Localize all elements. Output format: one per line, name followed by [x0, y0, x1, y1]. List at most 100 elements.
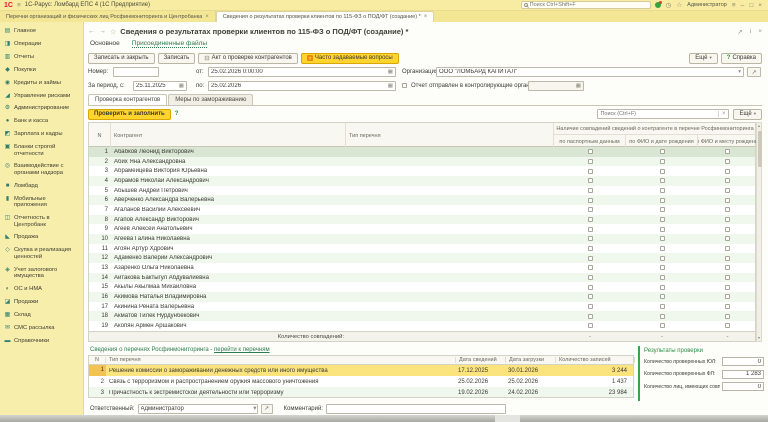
calendar-icon[interactable]: ▦: [387, 69, 394, 75]
contractor-row[interactable]: 14 Айтакова Бактыгул Абдувалиевна: [89, 273, 755, 283]
open-organization-button[interactable]: ↗: [747, 67, 761, 77]
minimize-button[interactable]: –: [741, 2, 745, 9]
organization-field[interactable]: ▾: [436, 67, 744, 77]
list-row[interactable]: 1 Решение комиссии о замораживании денеж…: [89, 365, 633, 376]
fio-birthdate-match-checkbox[interactable]: [660, 314, 665, 319]
contractor-row[interactable]: 3 Абрамейцева Виктория Юрьевна: [89, 166, 755, 176]
table-search-box[interactable]: ×: [597, 109, 729, 119]
help-button[interactable]: ? Справка: [721, 53, 762, 64]
checked-legal-value[interactable]: [722, 357, 764, 366]
sidebar-item[interactable]: ● Банк и касса: [0, 115, 83, 128]
report-sent-checkbox[interactable]: [402, 83, 407, 88]
contractor-row[interactable]: 1 Абабков Леонид Викторович: [89, 147, 755, 157]
close-window-button[interactable]: ×: [758, 2, 762, 9]
tab-perechni[interactable]: Перечни организаций и физических лиц Рос…: [0, 11, 216, 22]
fio-birthdate-match-checkbox[interactable]: [660, 178, 665, 183]
contractor-row[interactable]: 15 Акылы Акылмаа Михайловна: [89, 282, 755, 292]
calendar-icon[interactable]: ▦: [387, 83, 394, 89]
main-menu-icon[interactable]: ≡: [17, 2, 21, 9]
favorites-star-icon[interactable]: ☆: [676, 2, 682, 9]
sidebar-item[interactable]: ◢ Управление рисками: [0, 89, 83, 102]
period-from-input[interactable]: [135, 83, 178, 89]
chevron-down-icon[interactable]: ▾: [253, 405, 256, 412]
go-to-lists-link[interactable]: перейти к перечням: [214, 347, 270, 353]
passport-match-checkbox[interactable]: [588, 159, 593, 164]
list-row[interactable]: 2 Связь с терроризмом и распространением…: [89, 376, 633, 387]
sidebar-item[interactable]: ▮ Мобильные приложения: [0, 193, 83, 212]
passport-match-checkbox[interactable]: [588, 207, 593, 212]
save-close-button[interactable]: Записать и закрыть: [88, 53, 155, 64]
sidebar-item[interactable]: ▬ Справочники: [0, 334, 83, 347]
persons-with-matches-value[interactable]: [722, 382, 764, 391]
report-sent-date-input[interactable]: [530, 83, 575, 89]
fio-birthplace-match-checkbox[interactable]: [725, 198, 730, 203]
update-notification-icon[interactable]: [655, 2, 661, 8]
fio-birthplace-match-checkbox[interactable]: [725, 265, 730, 270]
sidebar-item[interactable]: ◎ Взаимодействие с органами надзора: [0, 160, 83, 179]
period-to-field[interactable]: ▦: [208, 81, 396, 91]
fio-birthplace-match-checkbox[interactable]: [725, 285, 730, 290]
passport-match-checkbox[interactable]: [588, 256, 593, 261]
fio-birthplace-match-checkbox[interactable]: [725, 207, 730, 212]
nav-tab-attached-files[interactable]: Присоединенные файлы: [132, 40, 207, 48]
sidebar-item[interactable]: ◆ Покупки: [0, 64, 83, 77]
tab-freeze-measures[interactable]: Меры по замораживанию: [168, 94, 253, 105]
passport-match-checkbox[interactable]: [588, 294, 593, 299]
os-taskbar[interactable]: [0, 415, 768, 422]
sidebar-item[interactable]: ▣ Бланки строгой отчетности: [0, 141, 83, 160]
sidebar-item[interactable]: ◩ Зарплата и кадры: [0, 128, 83, 141]
fio-birthplace-match-checkbox[interactable]: [725, 294, 730, 299]
column-header-type[interactable]: Тип перечня: [346, 123, 554, 148]
fio-birthdate-match-checkbox[interactable]: [660, 236, 665, 241]
checked-individuals-value[interactable]: [722, 370, 764, 379]
sidebar-item[interactable]: ◣ Продажа: [0, 231, 83, 244]
sidebar-item[interactable]: ◫ Отчетность в Центробанк: [0, 212, 83, 231]
sidebar-item[interactable]: ⚙ Администрирование: [0, 102, 83, 115]
date-from-field[interactable]: ▦: [208, 67, 396, 77]
save-button[interactable]: Записать: [158, 53, 196, 64]
passport-match-checkbox[interactable]: [588, 236, 593, 241]
period-to-input[interactable]: [210, 83, 387, 89]
close-tab-icon[interactable]: ×: [205, 14, 209, 20]
close-tab-icon[interactable]: ×: [424, 14, 428, 20]
fio-birthdate-match-checkbox[interactable]: [660, 207, 665, 212]
service-menu-icon[interactable]: ≡: [732, 2, 736, 9]
fio-birthplace-match-checkbox[interactable]: [725, 314, 730, 319]
fio-birthdate-match-checkbox[interactable]: [660, 198, 665, 203]
sidebar-item[interactable]: ■ Ломбард: [0, 180, 83, 193]
check-and-fill-button[interactable]: Проверить и заполнить: [88, 109, 171, 120]
fio-birthplace-match-checkbox[interactable]: [725, 169, 730, 174]
global-search-input[interactable]: [530, 2, 648, 8]
contractor-row[interactable]: 13 Азаренко Ольга Николаевна: [89, 263, 755, 273]
report-sent-date-field[interactable]: ▦: [528, 81, 584, 91]
contractor-row[interactable]: 4 Абрамов Николай Александрович: [89, 176, 755, 186]
info-icon[interactable]: i: [750, 28, 751, 36]
sidebar-item[interactable]: ✉ СМС рассылка: [0, 322, 83, 335]
current-user-label[interactable]: Администратор: [687, 2, 727, 8]
passport-match-checkbox[interactable]: [588, 198, 593, 203]
contractor-row[interactable]: 11 Агоян Артур Хдрович: [89, 244, 755, 254]
comment-field[interactable]: [326, 404, 506, 414]
scrollbar-thumb[interactable]: [758, 131, 762, 167]
column-header-num[interactable]: N: [89, 357, 106, 363]
passport-match-checkbox[interactable]: [588, 188, 593, 193]
fio-birthdate-match-checkbox[interactable]: [660, 285, 665, 290]
fio-birthdate-match-checkbox[interactable]: [660, 217, 665, 222]
organization-input[interactable]: [438, 69, 737, 75]
sidebar-item[interactable]: ◇ Скупка и реализация ценностей: [0, 244, 83, 263]
period-from-field[interactable]: ▦: [133, 81, 187, 91]
history-icon[interactable]: ◷: [666, 2, 672, 9]
calendar-icon[interactable]: ▦: [178, 83, 185, 89]
table-more-button[interactable]: Ещё ▾: [733, 109, 762, 120]
tab-contractor-check[interactable]: Проверка контрагентов: [88, 94, 167, 105]
fio-birthdate-match-checkbox[interactable]: [660, 304, 665, 309]
contractor-row[interactable]: 16 Акимова Наталья Владимировна: [89, 292, 755, 302]
passport-match-checkbox[interactable]: [588, 217, 593, 222]
close-form-icon[interactable]: ×: [758, 28, 762, 36]
fio-birthplace-match-checkbox[interactable]: [725, 304, 730, 309]
sidebar-item[interactable]: ◨ Операции: [0, 38, 83, 51]
sidebar-item[interactable]: ◐ ОС и НМА: [0, 283, 83, 296]
fio-birthplace-match-checkbox[interactable]: [725, 246, 730, 251]
tab-svedeniya[interactable]: Сведения о результатах проверки клиентов…: [216, 11, 434, 22]
sidebar-item[interactable]: ▦ Склад: [0, 309, 83, 322]
